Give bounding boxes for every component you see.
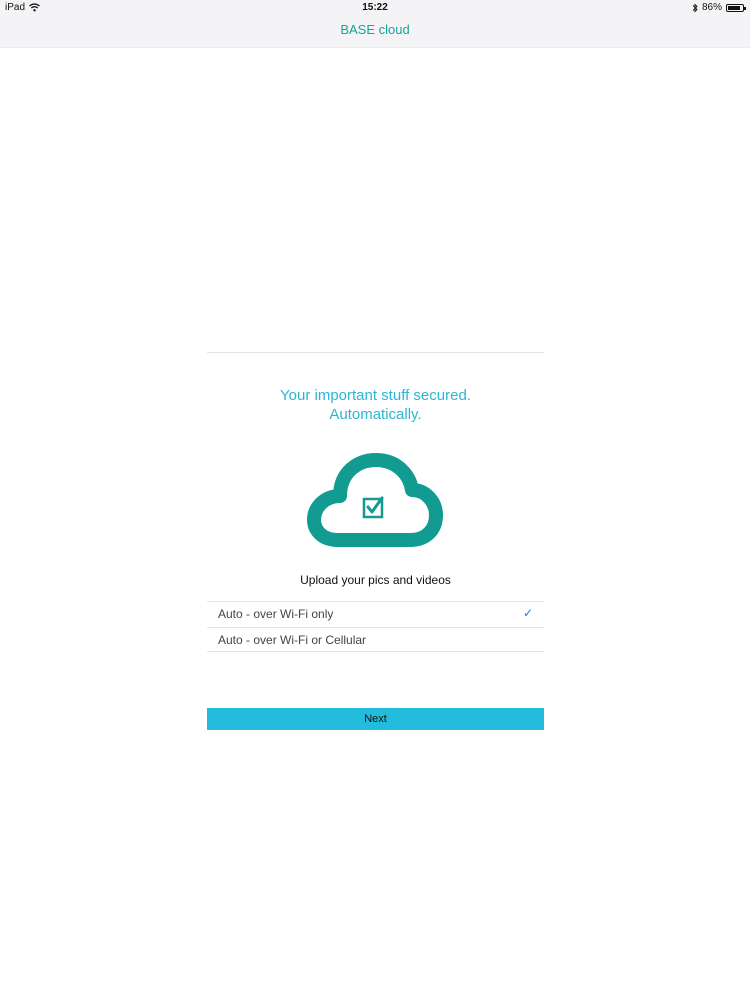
nav-title: BASE cloud (340, 22, 410, 37)
option-label: Auto - over Wi-Fi only (218, 607, 334, 621)
upload-label: Upload your pics and videos (300, 573, 451, 587)
headline: Your important stuff secured. Automatica… (207, 386, 544, 424)
checkmark-icon: ✓ (522, 606, 533, 620)
divider (207, 352, 544, 353)
option-wifi-only[interactable]: Auto - over Wi-Fi only ✓ (207, 601, 544, 626)
cloud-check-icon (307, 453, 443, 547)
battery-level (728, 5, 740, 10)
option-wifi-or-cellular[interactable]: Auto - over Wi-Fi or Cellular (207, 627, 544, 652)
next-button[interactable]: Next (207, 708, 544, 730)
option-label: Auto - over Wi-Fi or Cellular (218, 633, 367, 647)
status-time: 15:22 (362, 2, 388, 13)
headline-line-1: Your important stuff secured. (280, 387, 471, 404)
nav-bar: BASE cloud (0, 16, 750, 48)
battery-percent: 86% (701, 2, 722, 13)
bluetooth-icon (692, 2, 698, 13)
headline-line-2: Automatically. (329, 406, 422, 423)
status-bar: iPad 15:22 86% (0, 0, 750, 16)
status-right: 86% (692, 2, 746, 13)
battery-icon (726, 3, 746, 12)
